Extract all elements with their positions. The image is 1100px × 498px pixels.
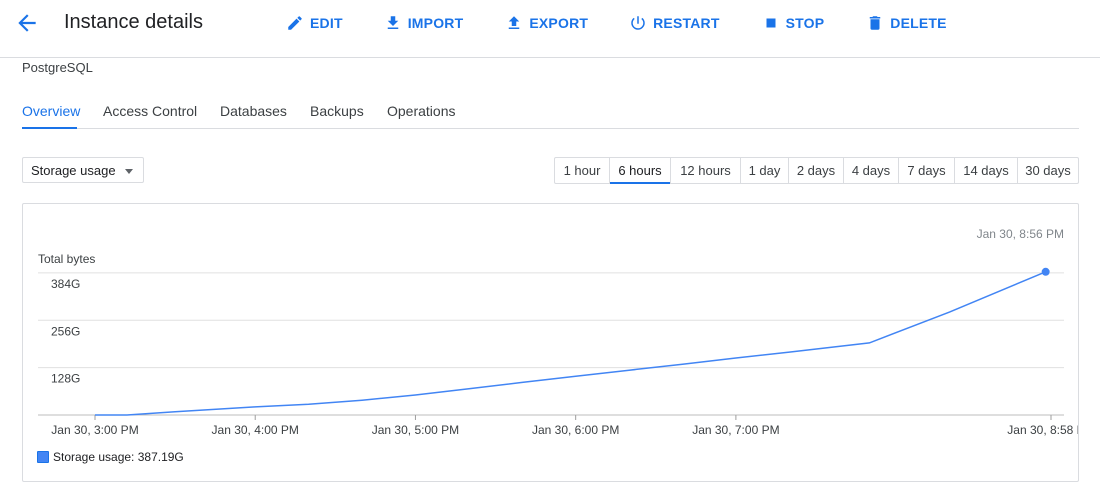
tab-databases[interactable]: Databases: [220, 103, 287, 119]
tab-bar: Overview Access Control Databases Backup…: [22, 96, 1079, 129]
stop-icon: [766, 18, 776, 28]
stop-label: STOP: [785, 15, 825, 31]
tab-access-control[interactable]: Access Control: [103, 103, 197, 119]
storage-usage-chart: Jan 30, 8:56 PM Total bytes 128G 256G 384G…: [38, 227, 1078, 437]
action-toolbar: EDIT IMPORT EXPORT RESTART STOP DELETE: [286, 12, 989, 34]
stop-button[interactable]: STOP: [762, 12, 825, 34]
series-line-0: [95, 271, 1046, 416]
page-title: Instance details: [64, 11, 203, 33]
active-tab-indicator: [22, 127, 77, 129]
time-range-selector: 1 hour 6 hours 12 hours 1 day 2 days 4 d…: [554, 157, 1079, 184]
back-arrow-icon[interactable]: [14, 10, 40, 36]
metric-dropdown-value: Storage usage: [31, 163, 116, 178]
import-button[interactable]: IMPORT: [384, 12, 464, 34]
export-button[interactable]: EXPORT: [505, 12, 588, 34]
delete-button[interactable]: DELETE: [866, 12, 947, 34]
power-icon: [631, 16, 645, 30]
instance-type: PostgreSQL: [22, 60, 93, 75]
range-2-days[interactable]: 2 days: [789, 158, 844, 183]
import-label: IMPORT: [407, 15, 464, 31]
x-tick-label-5: Jan 30, 8:58 PM: [1007, 423, 1078, 437]
range-4-days[interactable]: 4 days: [844, 158, 899, 183]
x-tick-label-3: Jan 30, 6:00 PM: [532, 423, 619, 437]
range-12-hours[interactable]: 12 hours: [671, 158, 741, 183]
x-tick-label-0: Jan 30, 3:00 PM: [51, 423, 138, 437]
tab-operations[interactable]: Operations: [387, 103, 455, 119]
x-tick-label-2: Jan 30, 5:00 PM: [372, 423, 459, 437]
pencil-icon: [288, 16, 302, 30]
restart-label: RESTART: [653, 15, 720, 31]
legend-checkbox[interactable]: [37, 451, 49, 463]
range-14-days[interactable]: 14 days: [955, 158, 1018, 183]
y-tick-label-0: 128G: [51, 372, 80, 386]
edit-label: EDIT: [310, 15, 343, 31]
x-tick-label-4: Jan 30, 7:00 PM: [692, 423, 779, 437]
metric-dropdown[interactable]: Storage usage: [22, 157, 144, 183]
range-1-hour[interactable]: 1 hour: [555, 158, 610, 183]
y-tick-label-1: 256G: [51, 324, 80, 338]
caret-down-icon: [125, 169, 133, 174]
chart-card: Jan 30, 8:56 PM Total bytes 128G 256G 384G…: [22, 203, 1079, 482]
trash-icon: [870, 16, 881, 30]
legend-label: Storage usage: 387.19G: [53, 450, 184, 464]
chart-legend[interactable]: Storage usage: 387.19G: [37, 450, 184, 464]
x-tick-label-1: Jan 30, 4:00 PM: [212, 423, 299, 437]
import-icon: [387, 16, 398, 29]
export-icon: [509, 16, 520, 29]
export-label: EXPORT: [529, 15, 589, 31]
y-tick-label-2: 384G: [51, 277, 80, 291]
edit-button[interactable]: EDIT: [286, 12, 343, 34]
tab-backups[interactable]: Backups: [310, 103, 364, 119]
hover-timestamp: Jan 30, 8:56 PM: [977, 227, 1064, 241]
range-1-day[interactable]: 1 day: [741, 158, 789, 183]
range-6-hours[interactable]: 6 hours: [610, 158, 671, 184]
series-endpoint-0: [1041, 267, 1050, 276]
range-30-days[interactable]: 30 days: [1018, 158, 1078, 183]
range-7-days[interactable]: 7 days: [899, 158, 955, 183]
y-axis-title: Total bytes: [38, 252, 95, 266]
top-bar: Instance details EDIT IMPORT EXPORT REST…: [0, 0, 1100, 58]
restart-button[interactable]: RESTART: [629, 12, 719, 34]
tab-overview[interactable]: Overview: [22, 103, 80, 119]
delete-label: DELETE: [890, 15, 947, 31]
